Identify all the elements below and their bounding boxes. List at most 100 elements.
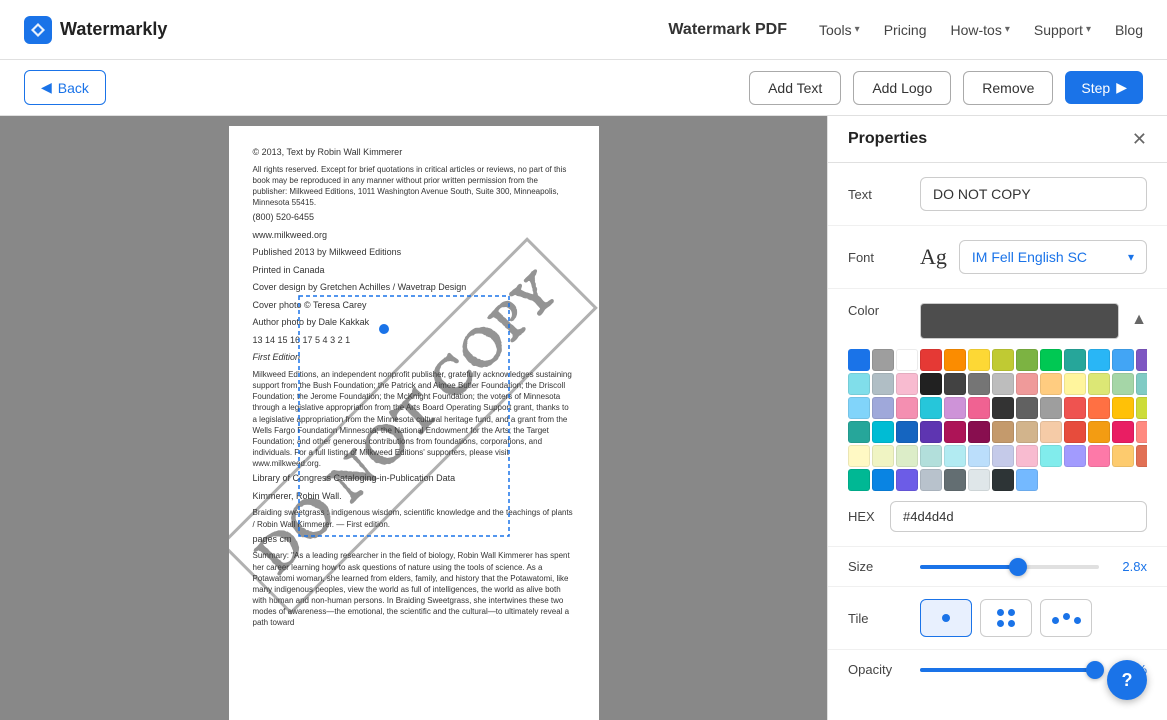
next-step-button[interactable]: Step ▶	[1065, 71, 1143, 104]
close-button[interactable]: ✕	[1132, 130, 1147, 148]
color-cell-64[interactable]	[1040, 445, 1062, 467]
color-cell-50[interactable]	[1040, 421, 1062, 443]
color-cell-37[interactable]	[1064, 397, 1086, 419]
color-cell-53[interactable]	[1112, 421, 1134, 443]
color-cell-57[interactable]	[872, 445, 894, 467]
tile-option-3[interactable]	[1040, 599, 1092, 637]
text-input[interactable]	[920, 177, 1147, 211]
nav-support[interactable]: Support ▾	[1034, 22, 1091, 38]
color-cell-3[interactable]	[920, 349, 942, 371]
color-cell-61[interactable]	[968, 445, 990, 467]
color-cell-49[interactable]	[1016, 421, 1038, 443]
color-cell-73[interactable]	[920, 469, 942, 491]
color-cell-28[interactable]	[848, 397, 870, 419]
tile-option-2x2[interactable]	[980, 599, 1032, 637]
opacity-thumb[interactable]	[1086, 661, 1104, 679]
color-cell-16[interactable]	[896, 373, 918, 395]
font-dropdown-button[interactable]: IM Fell English SC ▾	[959, 240, 1147, 274]
color-cell-67[interactable]	[1112, 445, 1134, 467]
color-cell-39[interactable]	[1112, 397, 1134, 419]
color-cell-43[interactable]	[872, 421, 894, 443]
color-cell-42[interactable]	[848, 421, 870, 443]
color-cell-8[interactable]	[1040, 349, 1062, 371]
color-cell-72[interactable]	[896, 469, 918, 491]
color-cell-34[interactable]	[992, 397, 1014, 419]
color-cell-25[interactable]	[1112, 373, 1134, 395]
color-cell-19[interactable]	[968, 373, 990, 395]
color-cell-35[interactable]	[1016, 397, 1038, 419]
color-cell-40[interactable]	[1136, 397, 1147, 419]
color-cell-20[interactable]	[992, 373, 1014, 395]
color-cell-38[interactable]	[1088, 397, 1110, 419]
tile-option-single[interactable]	[920, 599, 972, 637]
color-cell-33[interactable]	[968, 397, 990, 419]
opacity-slider[interactable]	[920, 668, 1095, 672]
color-cell-52[interactable]	[1088, 421, 1110, 443]
color-cell-2[interactable]	[896, 349, 918, 371]
nav-blog[interactable]: Blog	[1115, 22, 1143, 38]
nav-howtos[interactable]: How-tos ▾	[951, 22, 1010, 38]
color-cell-59[interactable]	[920, 445, 942, 467]
color-cell-58[interactable]	[896, 445, 918, 467]
color-cell-36[interactable]	[1040, 397, 1062, 419]
color-cell-12[interactable]	[1136, 349, 1147, 371]
color-cell-44[interactable]	[896, 421, 918, 443]
color-cell-51[interactable]	[1064, 421, 1086, 443]
color-cell-68[interactable]	[1136, 445, 1147, 467]
color-cell-11[interactable]	[1112, 349, 1134, 371]
color-cell-1[interactable]	[872, 349, 894, 371]
size-section: Size 2.8x	[828, 546, 1167, 586]
color-cell-62[interactable]	[992, 445, 1014, 467]
color-cell-63[interactable]	[1016, 445, 1038, 467]
color-cell-46[interactable]	[944, 421, 966, 443]
color-cell-56[interactable]	[848, 445, 870, 467]
add-logo-button[interactable]: Add Logo	[853, 71, 951, 105]
color-cell-0[interactable]	[848, 349, 870, 371]
color-expand-button[interactable]: ▲	[1131, 303, 1147, 337]
color-cell-18[interactable]	[944, 373, 966, 395]
color-cell-4[interactable]	[944, 349, 966, 371]
color-cell-47[interactable]	[968, 421, 990, 443]
color-cell-45[interactable]	[920, 421, 942, 443]
add-text-button[interactable]: Add Text	[749, 71, 841, 105]
color-cell-24[interactable]	[1088, 373, 1110, 395]
color-cell-21[interactable]	[1016, 373, 1038, 395]
color-swatch[interactable]	[920, 303, 1119, 339]
size-slider-thumb[interactable]	[1009, 558, 1027, 576]
color-cell-5[interactable]	[968, 349, 990, 371]
color-cell-10[interactable]	[1088, 349, 1110, 371]
hex-input[interactable]	[890, 501, 1147, 532]
color-cell-14[interactable]	[848, 373, 870, 395]
color-cell-48[interactable]	[992, 421, 1014, 443]
color-cell-26[interactable]	[1136, 373, 1147, 395]
color-cell-29[interactable]	[872, 397, 894, 419]
color-cell-15[interactable]	[872, 373, 894, 395]
color-cell-76[interactable]	[992, 469, 1014, 491]
size-slider[interactable]	[920, 565, 1099, 569]
color-cell-65[interactable]	[1064, 445, 1086, 467]
color-cell-71[interactable]	[872, 469, 894, 491]
color-cell-22[interactable]	[1040, 373, 1062, 395]
nav-pricing[interactable]: Pricing	[884, 22, 927, 38]
color-cell-60[interactable]	[944, 445, 966, 467]
color-cell-54[interactable]	[1136, 421, 1147, 443]
color-cell-66[interactable]	[1088, 445, 1110, 467]
nav-tools[interactable]: Tools ▾	[819, 22, 860, 38]
color-cell-6[interactable]	[992, 349, 1014, 371]
remove-button[interactable]: Remove	[963, 71, 1053, 105]
color-cell-7[interactable]	[1016, 349, 1038, 371]
color-cell-75[interactable]	[968, 469, 990, 491]
color-cell-32[interactable]	[944, 397, 966, 419]
help-button[interactable]: ?	[1107, 660, 1147, 700]
color-cell-77[interactable]	[1016, 469, 1038, 491]
back-button[interactable]: ◀ Back	[24, 70, 106, 105]
color-cell-31[interactable]	[920, 397, 942, 419]
color-cell-74[interactable]	[944, 469, 966, 491]
nav-howtos-label: How-tos	[951, 22, 1002, 38]
color-cell-70[interactable]	[848, 469, 870, 491]
font-preview: Ag	[920, 244, 947, 270]
color-cell-23[interactable]	[1064, 373, 1086, 395]
color-cell-9[interactable]	[1064, 349, 1086, 371]
color-cell-30[interactable]	[896, 397, 918, 419]
color-cell-17[interactable]	[920, 373, 942, 395]
